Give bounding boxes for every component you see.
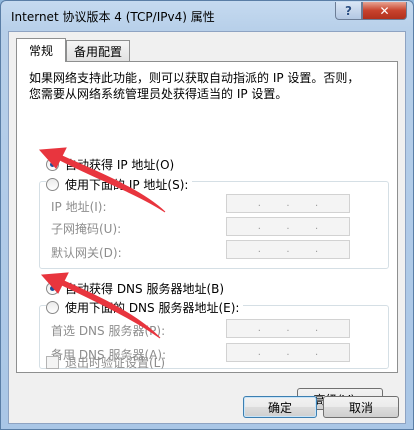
close-button[interactable]: ✕ (362, 2, 407, 20)
subnet-mask-input[interactable]: ... (226, 217, 350, 236)
window-title: Internet 协议版本 4 (TCP/IPv4) 属性 (11, 10, 215, 24)
radio-button-checked-icon (46, 282, 59, 295)
help-icon: ? (345, 3, 352, 18)
close-icon: ✕ (379, 3, 390, 18)
intro-text: 如果网络支持此功能，则可以获取自动指派的 IP 设置。否则， 您需要从网络系统管… (29, 70, 389, 102)
ip-address-label: IP 地址(I): (51, 200, 107, 214)
radio-manual-ip-label: 使用下面的 IP 地址(S): (65, 178, 189, 192)
cancel-button[interactable]: 取消 (323, 396, 399, 418)
radio-auto-ip-label: 自动获得 IP 地址(O) (65, 158, 175, 172)
preferred-dns-label: 首选 DNS 服务器(P): (51, 324, 166, 338)
dialog-client-area: 常规 备用配置 如果网络支持此功能，则可以获取自动指派的 IP 设置。否则， 您… (8, 31, 406, 424)
help-button[interactable]: ? (335, 2, 362, 20)
radio-auto-dns-label: 自动获得 DNS 服务器地址(B) (65, 282, 225, 296)
intro-line-2: 您需要从网络系统管理员处获得适当的 IP 设置。 (29, 87, 288, 101)
intro-line-1: 如果网络支持此功能，则可以获取自动指派的 IP 设置。否则， (29, 71, 360, 85)
ok-button[interactable]: 确定 (243, 396, 317, 418)
radio-button-icon (46, 178, 59, 191)
default-gateway-label: 默认网关(D): (51, 246, 122, 260)
radio-button-checked-icon (46, 158, 59, 171)
tab-general[interactable]: 常规 (16, 38, 66, 62)
radio-auto-ip[interactable]: 自动获得 IP 地址(O) (46, 156, 174, 173)
ip-address-input[interactable]: ... (226, 194, 350, 213)
validate-on-exit-label: 退出时验证设置(L) (65, 356, 166, 370)
validate-on-exit-checkbox[interactable]: 退出时验证设置(L) (46, 354, 165, 371)
radio-button-icon (46, 301, 59, 314)
radio-manual-ip[interactable]: 使用下面的 IP 地址(S): (46, 176, 193, 193)
preferred-dns-input[interactable]: ... (226, 319, 350, 338)
title-bar[interactable]: Internet 协议版本 4 (TCP/IPv4) 属性 ? ✕ (1, 1, 413, 31)
alternate-dns-input[interactable]: ... (226, 343, 350, 362)
radio-manual-dns-label: 使用下面的 DNS 服务器地址(E): (65, 301, 240, 315)
default-gateway-input[interactable]: ... (226, 240, 350, 259)
radio-auto-dns[interactable]: 自动获得 DNS 服务器地址(B) (46, 280, 224, 297)
dialog-window: Internet 协议版本 4 (TCP/IPv4) 属性 ? ✕ 常规 备用配… (0, 0, 414, 430)
tab-alternate-configuration[interactable]: 备用配置 (66, 40, 130, 62)
tab-panel-general: 如果网络支持此功能，则可以获取自动指派的 IP 设置。否则， 您需要从网络系统管… (16, 61, 398, 373)
checkbox-icon (46, 356, 59, 369)
radio-manual-dns[interactable]: 使用下面的 DNS 服务器地址(E): (46, 299, 244, 316)
subnet-mask-label: 子网掩码(U): (51, 222, 122, 236)
